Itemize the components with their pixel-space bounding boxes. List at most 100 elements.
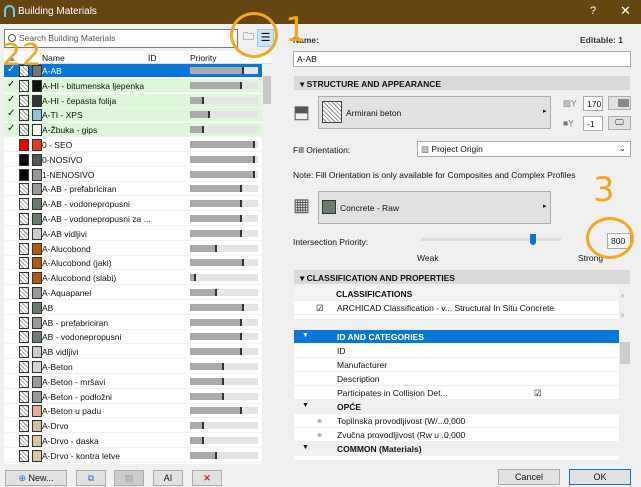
material-row[interactable]: A-Beton (4, 360, 262, 374)
scroll-thumb[interactable] (620, 342, 630, 364)
priority-fill (190, 155, 255, 163)
fill-orientation-value: Project Origin (431, 144, 483, 154)
new-material-button[interactable]: ⊕ New... (5, 470, 67, 486)
material-row[interactable]: A-AB - vodonepropusni za ... (4, 212, 262, 226)
material-row[interactable]: 1-NENOSIVO (4, 168, 262, 182)
priority-bar (190, 229, 258, 237)
properties-scrollbar[interactable] (620, 330, 630, 460)
material-row[interactable]: AB (4, 301, 262, 315)
material-row[interactable]: ✓ A-Žbuka - gips (4, 123, 262, 138)
delete-x-icon: ✕ (203, 473, 211, 483)
surface-swatch (32, 124, 42, 137)
property-row[interactable]: ▼ OPĆE (294, 400, 619, 414)
material-row[interactable]: AB - vodonepropusni (4, 330, 262, 345)
property-row[interactable]: Description (294, 372, 619, 386)
property-label: ID (337, 346, 346, 356)
material-row[interactable]: AB vidljivi (4, 345, 262, 360)
import-button[interactable]: ▤ (114, 470, 144, 486)
surface-swatch (32, 213, 42, 225)
property-row[interactable]: ▼ ID AND CATEGORIES (294, 330, 619, 344)
scroll-up-icon[interactable]: ˄ (620, 291, 625, 301)
material-row[interactable]: A-Alucobond (slabi) (4, 271, 262, 286)
property-row[interactable]: ⚭ Toplinska provodljivost (W/... 0,000 (294, 414, 619, 428)
priority-fill (190, 407, 242, 415)
material-row[interactable]: A-Beton - mršavi (4, 375, 262, 389)
property-row[interactable]: Participates in Collision Det... ☑ (294, 386, 619, 400)
duplicate-button[interactable]: ⧉ (76, 470, 106, 486)
surface-picker[interactable]: Concrete - Raw ▸ (318, 191, 551, 224)
cancel-button[interactable]: Cancel (498, 469, 560, 485)
cut-fill-swatch (19, 272, 29, 285)
material-row[interactable]: AB - prefabriciran (4, 316, 262, 330)
checkbox-checked-icon[interactable]: ☑ (534, 388, 542, 399)
ok-button[interactable]: OK (569, 469, 631, 485)
list-scrollbar[interactable] (262, 64, 272, 464)
property-row[interactable]: ▼ COMMON (Materials) (294, 442, 619, 456)
material-row[interactable]: A-AB - vodonepropusni (4, 197, 262, 212)
material-row[interactable]: A-AB - prefabriciran (4, 182, 262, 197)
material-row[interactable]: ✓ A-TI - XPS (4, 108, 262, 123)
material-row[interactable]: A-Alucobond (jaki) (4, 256, 262, 271)
material-row[interactable]: 0 - SEO (4, 138, 262, 152)
cut-fill-picker[interactable]: Armirani beton ▸ (318, 96, 551, 129)
material-row[interactable]: A-Aquapanel (4, 286, 262, 300)
scroll-down-icon[interactable]: ˅ (620, 310, 625, 320)
material-row[interactable]: A-Beton - podložni (4, 390, 262, 404)
background-pen-icon: ■Ỵ (563, 118, 574, 128)
property-row[interactable]: Manufacturer (294, 358, 619, 372)
close-button[interactable]: ✕ (620, 3, 631, 19)
material-name: A-Alucobond (42, 243, 91, 254)
material-row[interactable]: A-Alucobond (4, 242, 262, 256)
fill-orientation-select[interactable]: ▨ Project Origin ⌄ (417, 141, 631, 157)
material-row[interactable]: A-Drvo (4, 419, 262, 434)
material-row[interactable]: ✓ A-HI - čepasta folija (4, 93, 262, 108)
scroll-thumb[interactable] (263, 76, 271, 104)
column-priority[interactable]: Priority (190, 53, 216, 63)
delete-button[interactable]: ✕ (192, 470, 222, 486)
column-id[interactable]: ID (148, 53, 157, 63)
line-type-button[interactable] (608, 96, 631, 110)
material-row[interactable]: ✓ A-HI - bitumenska ljepenka (4, 78, 262, 93)
column-name[interactable]: Name (42, 53, 65, 63)
cut-fill-swatch (19, 139, 29, 151)
surface-swatch (32, 449, 42, 462)
priority-bar (190, 200, 258, 208)
cut-fill-swatch (19, 109, 29, 122)
structure-section-header[interactable]: ▾ STRUCTURE AND APPEARANCE (294, 76, 630, 90)
expand-triangle-icon[interactable]: ▼ (302, 332, 309, 339)
intersection-slider[interactable] (421, 234, 561, 245)
classification-row[interactable]: ☑ ARCHICAD Classification - v... Structur… (294, 301, 619, 315)
classification-text: ARCHICAD Classification - v... Structura… (337, 303, 555, 313)
fill-pen-input[interactable]: 170 (583, 96, 603, 111)
surface-swatch (32, 435, 42, 447)
rename-button[interactable]: AI (153, 470, 183, 486)
surface-swatch (32, 183, 42, 196)
material-name: AB - prefabriciran (42, 317, 109, 328)
name-input[interactable]: A-AB (293, 51, 631, 67)
background-pen-input[interactable]: -1 (583, 116, 603, 131)
display-button[interactable]: 🖵 (608, 116, 631, 130)
material-row[interactable]: ✓ A-AB (4, 64, 262, 78)
property-row[interactable]: ID (294, 344, 619, 358)
cut-fill-swatch (19, 449, 29, 462)
priority-bar (190, 363, 258, 370)
priority-bar (190, 274, 258, 282)
surface-name: Concrete - Raw (340, 203, 400, 213)
material-row[interactable]: A-Drvo - daska (4, 434, 262, 448)
property-label: COMMON (Materials) (337, 444, 422, 454)
expand-triangle-icon[interactable]: ▼ (302, 444, 309, 451)
checkbox-checked-icon[interactable]: ☑ (316, 303, 324, 314)
help-button[interactable]: ? (590, 5, 596, 17)
material-name: A-Drvo - kontra letve (42, 450, 120, 461)
material-row[interactable]: A-AB vidljivi (4, 227, 262, 241)
priority-bar (190, 437, 258, 444)
material-row[interactable]: A-Drvo - kontra letve (4, 449, 262, 463)
expand-triangle-icon[interactable]: ▼ (302, 402, 309, 409)
cut-fill-swatch (19, 346, 29, 359)
material-name: A-AB - vodonepropusni za ... (42, 214, 151, 224)
slider-thumb[interactable] (530, 234, 536, 245)
material-row[interactable]: A-Beton u padu (4, 404, 262, 419)
classification-section-header[interactable]: ▾ CLASSIFICATION AND PROPERTIES (294, 270, 630, 284)
property-row[interactable]: ⚭ Zvučna provodljivost (Rw u ... 0,000 (294, 428, 619, 442)
material-row[interactable]: 0-NOSIVO (4, 153, 262, 167)
